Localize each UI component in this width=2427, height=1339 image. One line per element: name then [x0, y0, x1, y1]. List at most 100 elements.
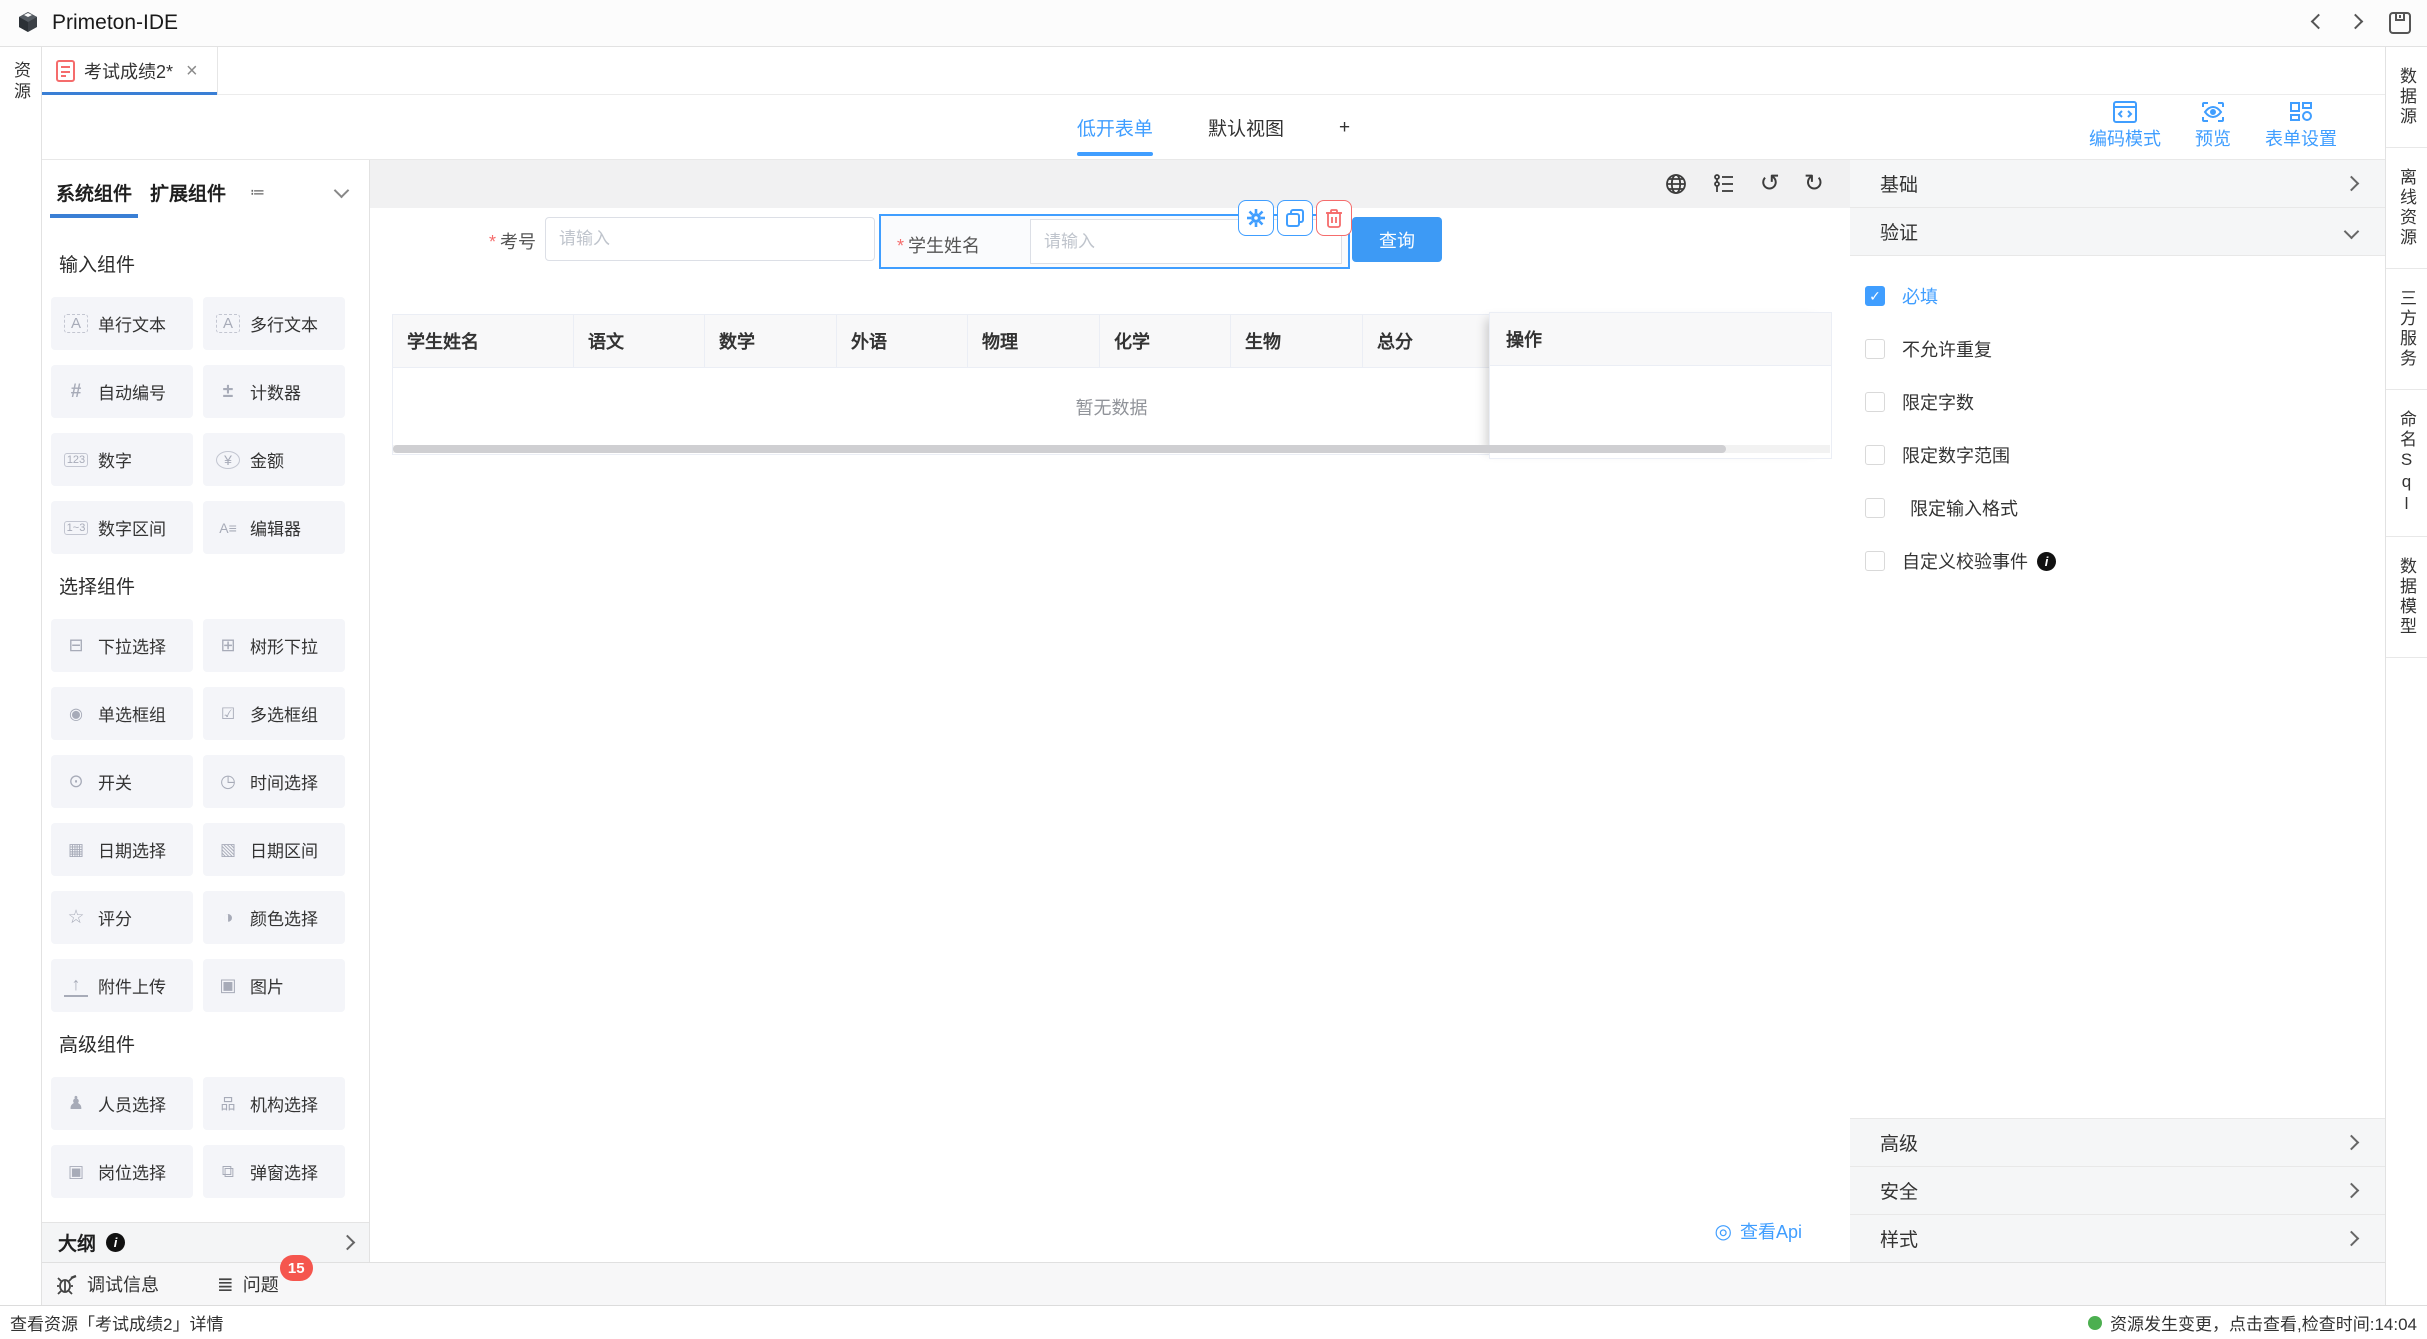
checkbox-custom-validation-event[interactable]: [1865, 551, 1885, 571]
search-button[interactable]: 查询: [1352, 217, 1442, 262]
component-list-mode-icon[interactable]: ≔: [250, 183, 265, 201]
column-header-math[interactable]: 数学: [705, 315, 837, 367]
outline-expand-icon[interactable]: [340, 1235, 356, 1251]
component-chip-attachment-upload[interactable]: ↑附件上传: [51, 959, 193, 1012]
popup-select-icon: ⧉: [216, 1162, 240, 1182]
component-chip-number[interactable]: 123数字: [51, 433, 193, 486]
component-chip-currency[interactable]: ¥金额: [203, 433, 345, 486]
section-header-validation[interactable]: 验证: [1850, 208, 2385, 256]
checkbox-no-duplicates[interactable]: [1865, 339, 1885, 359]
column-header-chemistry[interactable]: 化学: [1100, 315, 1231, 367]
dock-tab-offline-resources[interactable]: 离线资源: [2386, 148, 2427, 269]
outline-bar[interactable]: 大纲 i: [42, 1222, 369, 1262]
column-header-student-name[interactable]: 学生姓名: [393, 315, 574, 367]
copy-icon: [1286, 209, 1304, 227]
component-chip-date-picker[interactable]: ▦日期选择: [51, 823, 193, 876]
save-icon[interactable]: [2387, 10, 2413, 36]
component-chip-dropdown-select[interactable]: ⊟下拉选择: [51, 619, 193, 672]
chevron-right-icon: [2344, 1231, 2360, 1247]
exam-number-input[interactable]: [545, 217, 875, 261]
resource-change-notice[interactable]: 资源发生变更，点击查看,检查时间:14:04: [2088, 1310, 2417, 1335]
code-mode-button[interactable]: 编码模式: [2089, 101, 2161, 151]
dock-tab-third-party-services[interactable]: 三方服务: [2386, 269, 2427, 390]
section-header-basic[interactable]: 基础: [1850, 160, 2385, 208]
tab-lowcode-form[interactable]: 低开表单: [1077, 95, 1153, 160]
section-header-security[interactable]: 安全: [1850, 1166, 2385, 1214]
form-design-canvas[interactable]: ↺ ↻ *考号 *学生姓名: [370, 160, 1850, 1262]
checkbox-group-icon: ☑: [216, 704, 240, 724]
component-settings-button[interactable]: [1238, 200, 1274, 236]
column-header-operation[interactable]: 操作: [1490, 313, 1831, 366]
view-api-eye-icon: ◎: [1715, 1219, 1732, 1244]
option-custom-validation-event[interactable]: 自定义校验事件 i: [1865, 541, 2385, 581]
dock-tab-named-sql[interactable]: 命名Sql: [2386, 390, 2427, 537]
i18n-globe-icon[interactable]: [1664, 172, 1688, 196]
dock-tab-datasource[interactable]: 数据源: [2386, 47, 2427, 148]
component-chip-rating[interactable]: ☆评分: [51, 891, 193, 944]
option-limit-number-range[interactable]: 限定数字范围: [1865, 435, 2385, 475]
exam-number-field-label: *考号: [458, 228, 536, 254]
component-chip-tree-dropdown[interactable]: ⊞树形下拉: [203, 619, 345, 672]
collapse-panel-icon[interactable]: [336, 183, 347, 201]
outline-tree-icon[interactable]: [1712, 172, 1736, 196]
table-horizontal-scrollbar: [393, 445, 1830, 453]
date-range-icon: ▧: [216, 840, 240, 860]
option-no-duplicates[interactable]: 不允许重复: [1865, 329, 2385, 369]
properties-panel: 基础 验证 ✓ 必填 不允许重复 限定字数 限定数字范围: [1850, 160, 2385, 1262]
redo-icon[interactable]: ↻: [1804, 172, 1824, 196]
component-chip-editor[interactable]: A≡编辑器: [203, 501, 345, 554]
component-chip-auto-number[interactable]: #自动编号: [51, 365, 193, 418]
component-chip-counter[interactable]: ±计数器: [203, 365, 345, 418]
color-picker-icon: ◑: [216, 907, 240, 928]
form-settings-button[interactable]: 表单设置: [2265, 101, 2337, 151]
column-header-chinese[interactable]: 语文: [574, 315, 705, 367]
component-chip-org-select[interactable]: 品机构选择: [203, 1077, 345, 1130]
checkbox-limit-input-format[interactable]: [1865, 498, 1885, 518]
component-chip-color-picker[interactable]: ◑颜色选择: [203, 891, 345, 944]
component-chip-switch[interactable]: ⊙开关: [51, 755, 193, 808]
component-chip-single-line-text[interactable]: A单行文本: [51, 297, 193, 350]
tab-close-icon[interactable]: ×: [186, 60, 198, 83]
dock-tab-data-model[interactable]: 数据模型: [2386, 537, 2427, 658]
section-header-advanced[interactable]: 高级: [1850, 1118, 2385, 1166]
tab-extension-components[interactable]: 扩展组件: [150, 160, 226, 224]
column-header-biology[interactable]: 生物: [1231, 315, 1363, 367]
component-chip-radio-group[interactable]: ◉单选框组: [51, 687, 193, 740]
column-header-total-score[interactable]: 总分: [1363, 315, 1492, 367]
checkbox-limit-length[interactable]: [1865, 392, 1885, 412]
option-limit-length[interactable]: 限定字数: [1865, 382, 2385, 422]
component-chip-time-picker[interactable]: ◷时间选择: [203, 755, 345, 808]
nav-back-icon[interactable]: [2313, 14, 2324, 32]
component-chip-checkbox-group[interactable]: ☑多选框组: [203, 687, 345, 740]
component-chip-number-range[interactable]: 1~3数字区间: [51, 501, 193, 554]
component-chip-date-range[interactable]: ▧日期区间: [203, 823, 345, 876]
tab-system-components[interactable]: 系统组件: [56, 160, 132, 224]
undo-icon[interactable]: ↺: [1760, 172, 1780, 196]
nav-forward-icon[interactable]: [2350, 14, 2361, 32]
validation-options: ✓ 必填 不允许重复 限定字数 限定数字范围 限定输入格式 自定义校验事件: [1850, 256, 2385, 581]
option-required[interactable]: ✓ 必填: [1865, 276, 2385, 316]
component-delete-button[interactable]: [1316, 200, 1352, 236]
component-chip-person-select[interactable]: ♟人员选择: [51, 1077, 193, 1130]
component-chip-image[interactable]: ▣图片: [203, 959, 345, 1012]
checkbox-required[interactable]: ✓: [1865, 286, 1885, 306]
option-limit-input-format[interactable]: 限定输入格式: [1865, 488, 2385, 528]
checkbox-limit-number-range[interactable]: [1865, 445, 1885, 465]
component-chip-popup-select[interactable]: ⧉弹窗选择: [203, 1145, 345, 1198]
scrollbar-thumb[interactable]: [393, 445, 1726, 453]
problems-button[interactable]: ≣ 问题 15: [217, 1271, 279, 1297]
component-chip-multi-line-text[interactable]: A多行文本: [203, 297, 345, 350]
column-header-physics[interactable]: 物理: [968, 315, 1100, 367]
document-tab-exam-scores[interactable]: 考试成绩2* ×: [42, 47, 218, 95]
component-copy-button[interactable]: [1277, 200, 1313, 236]
debug-info-button[interactable]: 调试信息: [56, 1271, 159, 1297]
preview-button[interactable]: 预览: [2195, 101, 2231, 151]
tab-default-view[interactable]: 默认视图: [1208, 95, 1284, 160]
component-chip-post-select[interactable]: ▣岗位选择: [51, 1145, 193, 1198]
column-header-foreign-language[interactable]: 外语: [837, 315, 968, 367]
primeton-ide-window: Primeton-IDE 资源 数据源 离线资源 三方服务 命名Sql 数据模型…: [0, 0, 2427, 1339]
view-api-link[interactable]: ◎ 查看Api: [1715, 1218, 1802, 1244]
resources-dock-tab[interactable]: 资源: [8, 61, 33, 103]
add-view-tab-button[interactable]: +: [1339, 95, 1350, 160]
section-header-style[interactable]: 样式: [1850, 1214, 2385, 1262]
